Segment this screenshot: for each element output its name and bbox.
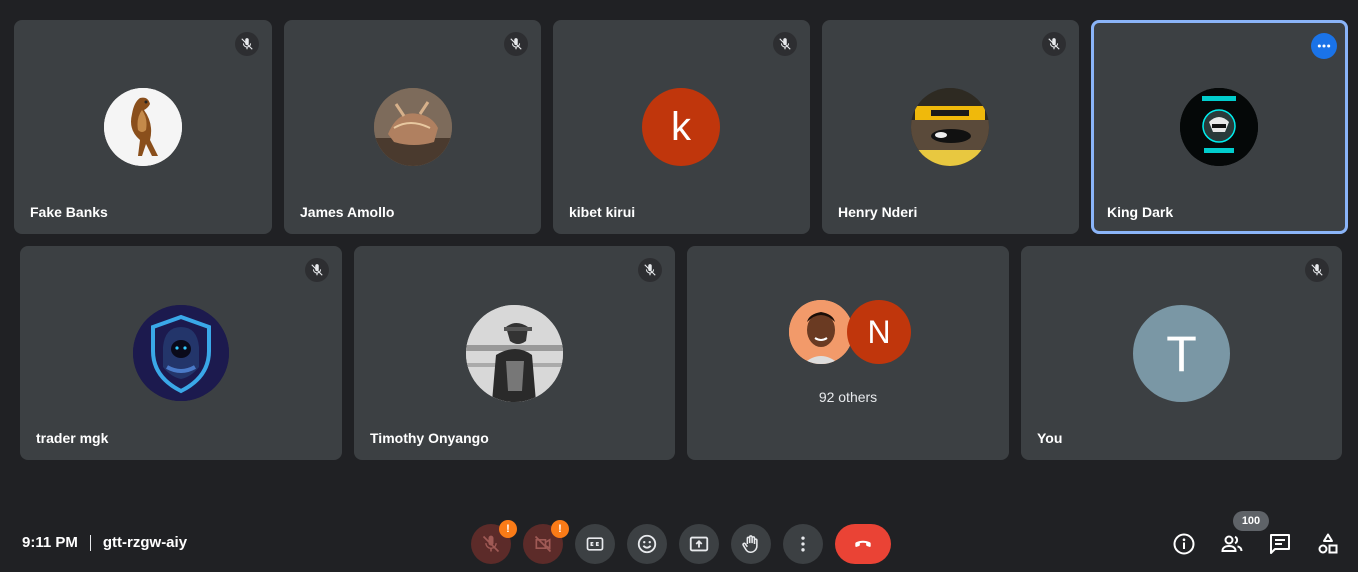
mic-off-icon	[773, 32, 797, 56]
people-button[interactable]	[1220, 532, 1244, 556]
more-vert-icon	[801, 536, 805, 552]
avatar-photo-bw	[466, 305, 563, 402]
participant-name: Henry Nderi	[838, 204, 918, 220]
mic-off-icon	[1042, 32, 1066, 56]
warning-badge: !	[551, 520, 569, 538]
avatar-others-photo	[789, 300, 853, 364]
more-options-button[interactable]	[783, 524, 823, 564]
meeting-code[interactable]: gtt-rzgw-aiy	[103, 534, 187, 551]
mic-off-icon	[305, 258, 329, 282]
avatar-letter: T	[1166, 325, 1197, 382]
divider	[89, 534, 91, 551]
people-icon	[1221, 535, 1243, 552]
participant-count-badge: 100	[1233, 511, 1269, 531]
participant-name: You	[1037, 430, 1063, 446]
participant-tile-james-amollo[interactable]: James Amollo	[284, 20, 541, 234]
participant-name: Timothy Onyango	[370, 430, 489, 446]
participant-tile-henry-nderi[interactable]: Henry Nderi	[822, 20, 1079, 234]
reactions-button[interactable]	[627, 524, 667, 564]
participant-tile-kibet-kirui[interactable]: k kibet kirui	[553, 20, 810, 234]
others-count-label: 92 others	[818, 389, 878, 405]
avatar-bull-statue	[374, 88, 452, 166]
warning-badge: !	[499, 520, 517, 538]
chat-button[interactable]	[1268, 532, 1292, 556]
participant-tile-timothy-onyango[interactable]: Timothy Onyango	[354, 246, 675, 460]
mic-off-icon	[504, 32, 528, 56]
avatar-hooded-figure	[133, 305, 229, 401]
present-icon	[689, 536, 709, 552]
info-icon	[1173, 533, 1195, 555]
activities-button[interactable]	[1316, 532, 1340, 556]
avatar-traders-logo	[1180, 88, 1258, 166]
hang-up-icon	[855, 540, 871, 547]
meeting-time: 9:11 PM	[22, 534, 78, 551]
emoji-icon	[637, 534, 657, 554]
camera-toggle-button[interactable]: !	[523, 520, 569, 564]
meeting-details-button[interactable]	[1172, 532, 1196, 556]
avatar-letter: N	[867, 313, 891, 350]
participant-name: kibet kirui	[569, 204, 636, 220]
mic-off-icon	[638, 258, 662, 282]
mic-toggle-button[interactable]: !	[471, 520, 517, 564]
captions-icon	[586, 537, 604, 551]
chat-icon	[1270, 534, 1290, 554]
activities-icon	[1318, 533, 1338, 554]
participant-name: James Amollo	[300, 204, 395, 220]
others-tile[interactable]: N 92 others	[687, 246, 1009, 460]
participant-tile-you[interactable]: T You	[1021, 246, 1342, 460]
avatar-others-initial: N	[847, 300, 911, 364]
meeting-info: 9:11 PM gtt-rzgw-aiy	[22, 534, 187, 551]
participant-tile-trader-mgk[interactable]: trader mgk	[20, 246, 342, 460]
mic-off-icon	[482, 535, 500, 553]
mic-off-icon	[1305, 258, 1329, 282]
participant-tile-king-dark[interactable]: King Dark	[1091, 20, 1348, 234]
hand-icon	[742, 535, 758, 554]
participant-name: Fake Banks	[30, 204, 108, 220]
avatar-cat-photo	[911, 88, 989, 166]
raise-hand-button[interactable]	[731, 524, 771, 564]
mic-off-icon	[235, 32, 259, 56]
avatar-letter: k	[671, 104, 691, 149]
camera-off-icon	[534, 535, 552, 553]
participant-tile-fake-banks[interactable]: Fake Banks	[14, 20, 272, 234]
avatar-initial: T	[1133, 305, 1230, 402]
more-options-icon[interactable]	[1311, 33, 1337, 59]
avatar-hawk	[104, 88, 182, 166]
avatar-initial: k	[642, 88, 720, 166]
captions-button[interactable]	[575, 524, 615, 564]
participant-name: King Dark	[1107, 204, 1174, 220]
present-screen-button[interactable]	[679, 524, 719, 564]
participant-name: trader mgk	[36, 430, 109, 446]
leave-call-button[interactable]	[835, 524, 891, 564]
